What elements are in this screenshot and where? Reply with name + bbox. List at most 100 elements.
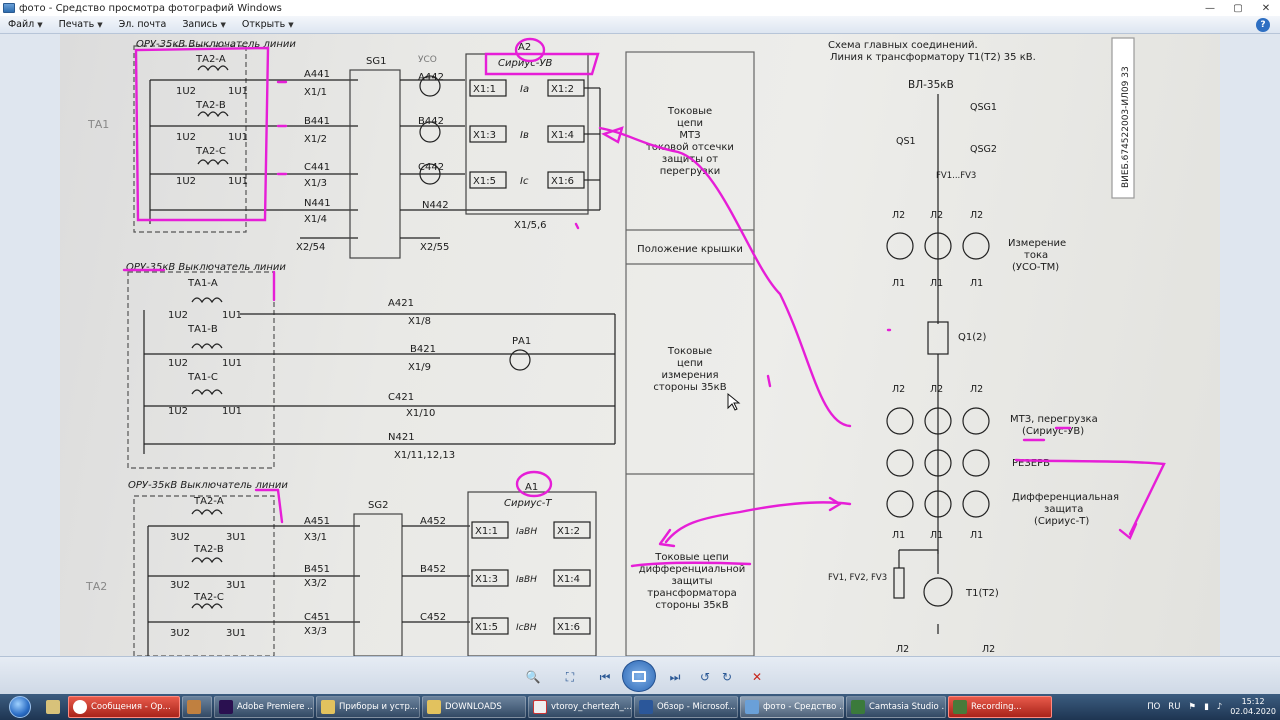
minimize-button[interactable]: — <box>1196 0 1224 16</box>
help-icon[interactable]: ? <box>1256 17 1270 32</box>
system-tray: ПО RU ⚑ ▮ ♪ 15:12 02.04.2020 <box>1147 694 1280 720</box>
svg-text:N442: N442 <box>422 200 449 211</box>
task-folder-downloads[interactable]: DOWNLOADS <box>422 696 526 718</box>
rotate-left-icon[interactable]: ↺ <box>696 668 714 686</box>
start-button[interactable] <box>0 694 40 720</box>
svg-text:3U1: 3U1 <box>226 532 246 543</box>
svg-text:Токовые: Токовые <box>667 106 712 117</box>
svg-text:QSG2: QSG2 <box>970 144 997 155</box>
svg-text:трансформатора: трансформатора <box>647 588 736 599</box>
svg-text:1U2: 1U2 <box>176 86 196 97</box>
svg-text:В421: В421 <box>410 344 436 355</box>
svg-text:стороны 35кВ: стороны 35кВ <box>655 600 728 611</box>
svg-text:В452: В452 <box>420 564 446 575</box>
clock[interactable]: 15:12 02.04.2020 <box>1230 697 1276 717</box>
task-app2[interactable] <box>182 696 212 718</box>
svg-text:Х1:2: Х1:2 <box>551 84 574 95</box>
svg-text:Х1/3: Х1/3 <box>304 178 327 189</box>
task-opera[interactable]: Сообщения - Op... <box>68 696 180 718</box>
svg-text:Дифференциальная: Дифференциальная <box>1012 492 1119 503</box>
quicklaunch-explorer[interactable] <box>40 696 66 718</box>
panel-header: Положение крышки <box>637 244 743 255</box>
svg-text:3U2: 3U2 <box>170 628 190 639</box>
pdf-icon <box>533 700 547 714</box>
svg-text:Л2: Л2 <box>970 210 983 221</box>
sg1-label: SG1 <box>366 56 386 67</box>
svg-text:ТА2-В: ТА2-В <box>195 100 226 111</box>
svg-text:А421: А421 <box>388 298 414 309</box>
svg-text:ТА2-А: ТА2-А <box>195 54 226 65</box>
rotate-right-icon[interactable]: ↻ <box>718 668 736 686</box>
svg-text:N421: N421 <box>388 432 415 443</box>
svg-text:стороны 35кВ: стороны 35кВ <box>653 382 726 393</box>
task-word[interactable]: Обзор - Microsof... <box>634 696 738 718</box>
svg-text:Х1:5: Х1:5 <box>473 176 496 187</box>
camtasia-icon <box>851 700 865 714</box>
svg-text:3U1: 3U1 <box>226 580 246 591</box>
task-folder-devices[interactable]: Приборы и устр... <box>316 696 420 718</box>
maximize-button[interactable]: ▢ <box>1224 0 1252 16</box>
opera-icon <box>73 700 87 714</box>
task-premiere[interactable]: Adobe Premiere ... <box>214 696 314 718</box>
menu-burn[interactable]: Запись ▼ <box>174 19 234 30</box>
svg-text:IаВН: IаВН <box>516 527 537 537</box>
task-pdf[interactable]: vtoroy_chertezh_... <box>528 696 632 718</box>
svg-text:дифференциальной: дифференциальной <box>639 564 746 575</box>
svg-text:ВИЕБ.674522003-ИЛ09 33: ВИЕБ.674522003-ИЛ09 33 <box>1121 66 1131 188</box>
word-icon <box>639 700 653 714</box>
svg-text:Х1:6: Х1:6 <box>557 622 580 633</box>
zoom-icon[interactable]: 🔍 <box>520 668 546 686</box>
photo-viewer-area: ОРУ-35кВ Выключатель линии ОРУ-35кВ Выкл… <box>0 34 1280 656</box>
premiere-icon <box>219 700 233 714</box>
slideshow-icon <box>632 670 646 682</box>
menu-print[interactable]: Печать ▼ <box>51 19 111 30</box>
svg-text:1U1: 1U1 <box>228 132 248 143</box>
svg-text:Х1:3: Х1:3 <box>473 130 496 141</box>
slideshow-button[interactable] <box>622 660 656 692</box>
svg-text:ТА2-А: ТА2-А <box>193 496 224 507</box>
folder-icon <box>46 700 60 714</box>
svg-text:защиты: защиты <box>671 576 712 587</box>
sg2-label: SG2 <box>368 500 388 511</box>
svg-text:Iв: Iв <box>520 130 529 141</box>
svg-text:1U2: 1U2 <box>176 132 196 143</box>
svg-text:Л2: Л2 <box>892 210 905 221</box>
actual-size-icon[interactable]: ⛶ <box>560 668 580 686</box>
window-title: фото - Средство просмотра фотографий Win… <box>19 2 282 14</box>
svg-text:Х1:4: Х1:4 <box>557 574 580 585</box>
next-button[interactable]: ⏭ <box>664 668 686 686</box>
close-button[interactable]: ✕ <box>1252 0 1280 16</box>
svg-text:Х2/55: Х2/55 <box>420 242 449 253</box>
keyboard-layout[interactable]: RU <box>1168 702 1180 712</box>
svg-text:Х1/8: Х1/8 <box>408 316 431 327</box>
svg-text:С451: С451 <box>304 612 330 623</box>
mouse-cursor-icon <box>727 392 741 411</box>
svg-text:С421: С421 <box>388 392 414 403</box>
svg-text:ТА1: ТА1 <box>87 118 109 131</box>
svg-text:3U2: 3U2 <box>170 532 190 543</box>
task-camtasia[interactable]: Camtasia Studio ... <box>846 696 946 718</box>
svg-text:1U2: 1U2 <box>168 406 188 417</box>
flag-icon[interactable]: ⚑ <box>1188 702 1196 712</box>
recording-icon <box>953 700 967 714</box>
task-photo-viewer[interactable]: фото - Средство ... <box>740 696 844 718</box>
delete-icon[interactable]: ✕ <box>748 668 766 686</box>
svg-text:цепи: цепи <box>677 358 703 369</box>
svg-text:N441: N441 <box>304 198 331 209</box>
svg-text:Измерение: Измерение <box>1008 238 1066 249</box>
volume-icon[interactable]: ♪ <box>1217 702 1222 712</box>
network-icon[interactable]: ▮ <box>1204 702 1209 712</box>
header-left-2: ОРУ-35кВ Выключатель линии <box>126 262 286 273</box>
svg-text:1U1: 1U1 <box>222 310 242 321</box>
svg-text:МТЗ: МТЗ <box>679 130 700 141</box>
svg-text:ВЛ-35кВ: ВЛ-35кВ <box>908 79 954 91</box>
menu-email[interactable]: Эл. почта <box>111 19 175 30</box>
a1-device: Сириус-Т <box>504 498 552 509</box>
language-indicator[interactable]: ПО <box>1147 702 1160 712</box>
svg-text:Х1/5,6: Х1/5,6 <box>514 220 547 231</box>
previous-button[interactable]: ⏮ <box>594 668 616 686</box>
menu-file[interactable]: Файл ▼ <box>0 19 51 30</box>
task-recording[interactable]: Recording... <box>948 696 1052 718</box>
menu-open[interactable]: Открыть ▼ <box>234 19 302 30</box>
svg-text:В442: В442 <box>418 116 444 127</box>
